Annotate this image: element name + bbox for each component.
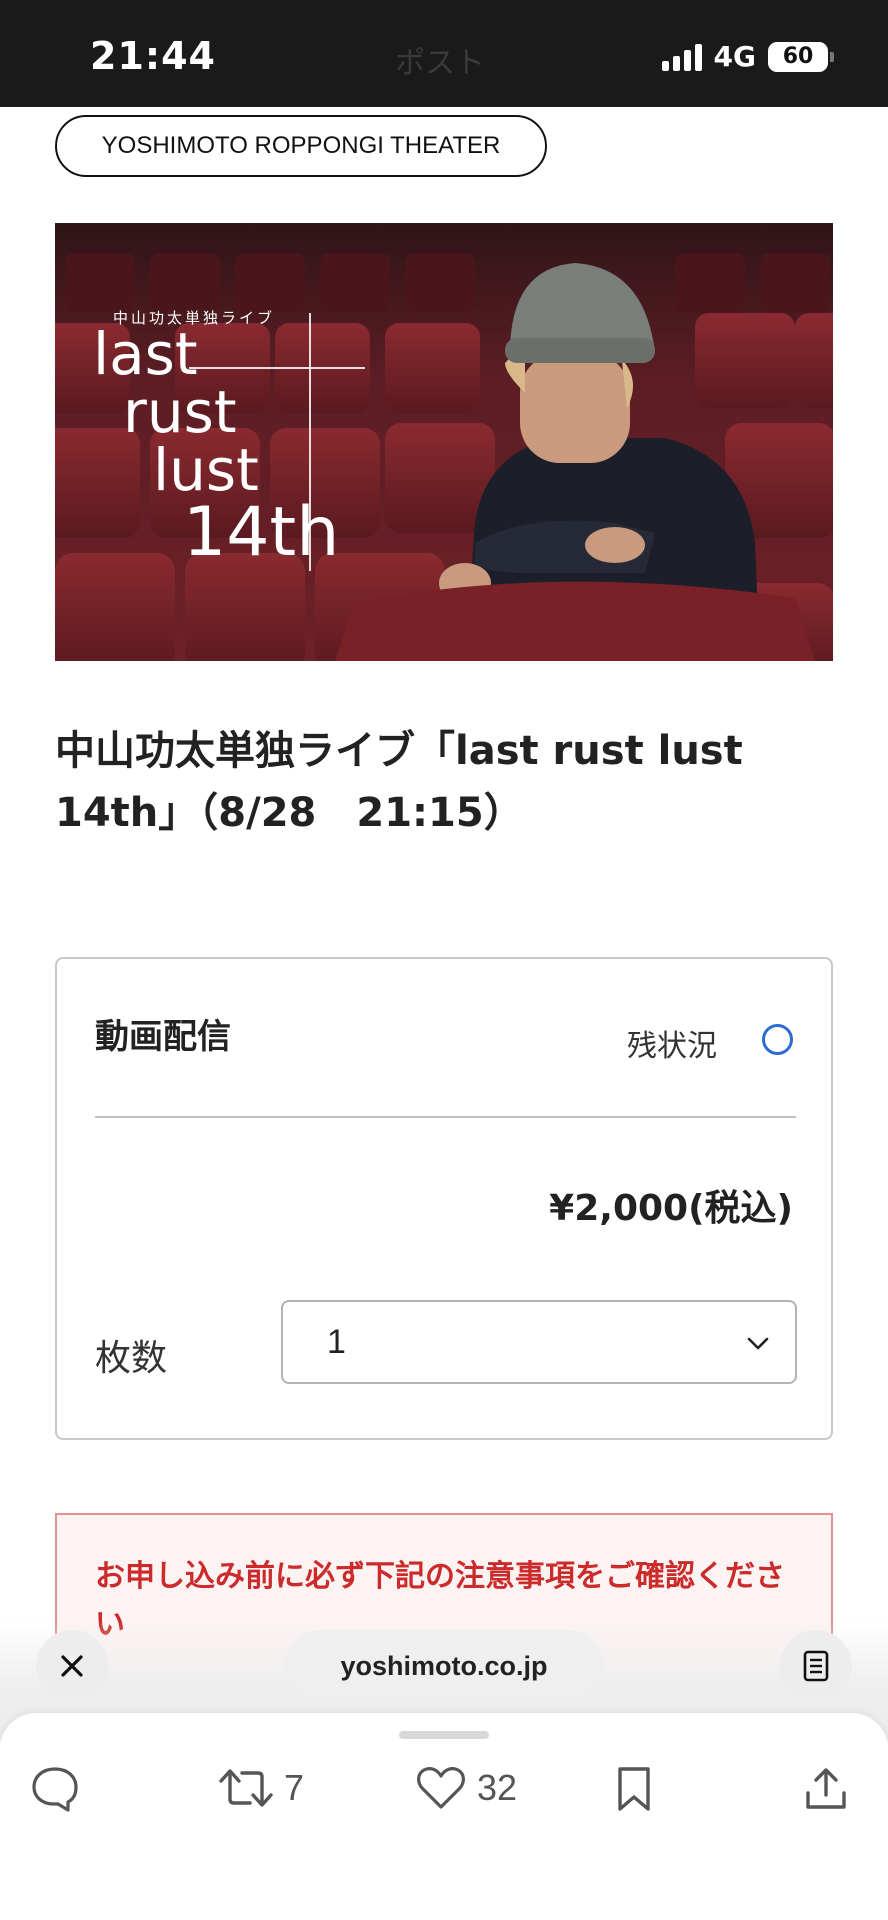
event-hero-image: 中山功太単独ライブ last rust lust 14th <box>55 223 833 661</box>
status-time: 21:44 <box>90 34 216 78</box>
status-bar: 21:44 ポスト 4G 60 <box>0 0 888 107</box>
hero-logo-line: 14th <box>183 493 340 572</box>
share-icon <box>806 1768 846 1809</box>
bookmark-button[interactable] <box>612 1765 656 1813</box>
sheet-grabber[interactable] <box>399 1731 489 1739</box>
hero-logo-rule-horizontal <box>189 367 365 369</box>
url-text: yoshimoto.co.jp <box>340 1650 548 1681</box>
status-indicators: 4G 60 <box>661 40 834 73</box>
reply-button[interactable] <box>30 1765 80 1813</box>
close-icon <box>61 1655 83 1677</box>
event-title: 中山功太単独ライブ「last rust lust 14th」（8/28 21:1… <box>55 728 743 836</box>
available-circle-icon <box>762 1024 793 1055</box>
repost-count: 7 <box>284 1767 305 1808</box>
battery-icon: 60 <box>768 41 834 72</box>
reply-icon <box>32 1767 78 1812</box>
network-label: 4G <box>713 40 756 73</box>
ticket-price: ¥2,000(税込) <box>549 1188 793 1229</box>
quantity-value: 1 <box>327 1322 346 1361</box>
status-ghost-title: ポスト <box>395 46 485 81</box>
battery-level: 60 <box>782 44 814 69</box>
quantity-label: 枚数 <box>95 1338 168 1379</box>
reader-button[interactable] <box>780 1630 852 1702</box>
like-count: 32 <box>477 1767 518 1808</box>
hero-logo-line: last <box>93 320 198 388</box>
hero-logo-line: lust <box>153 436 259 504</box>
theater-tag-label: YOSHIMOTO ROPPONGI THEATER <box>101 132 501 159</box>
ticket-divider <box>95 1116 796 1118</box>
availability-label: 残状況 <box>627 1029 717 1064</box>
chevron-down-icon <box>747 1337 769 1350</box>
share-button[interactable] <box>802 1765 850 1813</box>
url-bar[interactable]: yoshimoto.co.jp <box>285 1630 603 1702</box>
repost-button[interactable]: 7 <box>218 1765 304 1811</box>
heart-icon <box>417 1767 465 1809</box>
theater-tag[interactable]: YOSHIMOTO ROPPONGI THEATER <box>55 115 547 177</box>
bookmark-icon <box>618 1767 650 1811</box>
ticket-type: 動画配信 <box>95 1017 231 1057</box>
post-action-bar: 7 32 <box>0 1713 888 1920</box>
close-button[interactable] <box>36 1630 108 1702</box>
quantity-select[interactable]: 1 <box>281 1300 797 1384</box>
like-button[interactable]: 32 <box>415 1765 517 1811</box>
ticket-card: 動画配信 残状況 ¥2,000(税込) 枚数 1 <box>55 957 833 1440</box>
repost-icon <box>219 1769 273 1807</box>
hero-logo-line: rust <box>123 378 237 446</box>
reader-icon <box>803 1650 829 1682</box>
signal-icon <box>661 43 702 71</box>
